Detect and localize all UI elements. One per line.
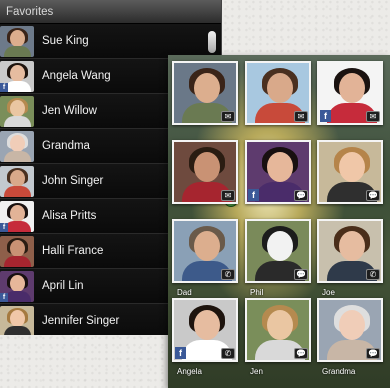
- favorites-header: Favorites: [0, 0, 221, 24]
- photo-torso: [4, 46, 31, 57]
- photo-face: [10, 275, 25, 292]
- tile-label: Dad: [177, 288, 192, 297]
- photo-torso: [4, 326, 31, 335]
- chat-icon[interactable]: 💬: [294, 348, 308, 359]
- phone-icon[interactable]: ✆: [366, 269, 380, 280]
- favorite-contact-row[interactable]: Sue King: [0, 24, 221, 59]
- message-icon[interactable]: ✉: [366, 111, 380, 122]
- photo-face: [194, 152, 220, 182]
- contact-photo: [0, 96, 34, 127]
- contact-name: Alisa Pritts: [42, 210, 97, 222]
- chat-icon[interactable]: 💬: [366, 190, 380, 201]
- photo-face: [339, 73, 365, 103]
- contact-photo: [0, 26, 34, 57]
- photo-face: [339, 310, 365, 340]
- contact-name: Grandma: [42, 140, 90, 152]
- photo-torso: [4, 291, 31, 302]
- contact-tile[interactable]: ✆: [172, 219, 238, 283]
- contact-photo: [0, 131, 34, 162]
- photo-face: [267, 231, 293, 261]
- photo-face: [10, 240, 25, 257]
- contact-tile[interactable]: ✉ f: [317, 61, 383, 125]
- tile-label: Joe: [322, 288, 335, 297]
- contact-tile[interactable]: 💬: [317, 140, 383, 204]
- facebook-icon: f: [175, 347, 186, 359]
- photo-face: [10, 135, 25, 152]
- chat-icon[interactable]: 💬: [366, 348, 380, 359]
- photo-face: [10, 310, 25, 327]
- photo-torso: [4, 81, 31, 92]
- tile-label: Grandma: [322, 367, 356, 376]
- photo-torso: [4, 116, 31, 127]
- contact-grid-screen: ✉ ✉ ✉ f ✉ 💬 f 💬 ✆ Dad 💬 Phil ✆ Joe ✆ f Angela 💬 Jen 💬 Grandm…: [168, 55, 390, 388]
- phone-icon[interactable]: ✆: [221, 348, 235, 359]
- contact-tile[interactable]: ✉: [245, 61, 311, 125]
- phone-icon[interactable]: ✆: [221, 269, 235, 280]
- contact-name: April Lin: [42, 280, 84, 292]
- contact-tile[interactable]: 💬: [245, 219, 311, 283]
- scrollbar-thumb[interactable]: [208, 31, 216, 53]
- contact-name: Jen Willow: [42, 105, 97, 117]
- contact-tile[interactable]: 💬 f: [245, 140, 311, 204]
- photo-face: [10, 170, 25, 187]
- contact-tile[interactable]: ✉: [172, 61, 238, 125]
- photo-face: [10, 65, 25, 82]
- contact-photo: [0, 236, 34, 267]
- photo-torso: [4, 256, 31, 267]
- photo-face: [339, 152, 365, 182]
- photo-face: [194, 73, 220, 103]
- photo-face: [267, 73, 293, 103]
- photo-face: [10, 100, 25, 117]
- photo-face: [10, 205, 25, 222]
- facebook-icon: f: [0, 83, 8, 92]
- contact-photo: [0, 306, 34, 335]
- photo-face: [10, 30, 25, 47]
- photo-torso: [4, 151, 31, 162]
- tile-label: Phil: [250, 288, 264, 297]
- contact-name: Halli France: [42, 245, 104, 257]
- photo-torso: [4, 221, 31, 232]
- photo-face: [267, 152, 293, 182]
- photo-face: [194, 310, 220, 340]
- chat-icon[interactable]: 💬: [294, 269, 308, 280]
- facebook-icon: f: [320, 110, 331, 122]
- tile-label: Jen: [250, 367, 263, 376]
- facebook-icon: f: [248, 189, 259, 201]
- contact-photo: [0, 166, 34, 197]
- facebook-icon: f: [0, 223, 8, 232]
- photo-torso: [4, 186, 31, 197]
- photo-face: [267, 310, 293, 340]
- photo-face: [194, 231, 220, 261]
- contact-name: Sue King: [42, 35, 89, 47]
- contact-name: Jennifer Singer: [42, 315, 120, 327]
- photo-face: [339, 231, 365, 261]
- message-icon[interactable]: ✉: [221, 111, 235, 122]
- contact-tile[interactable]: ✉: [172, 140, 238, 204]
- contact-name: Angela Wang: [42, 70, 111, 82]
- message-icon[interactable]: ✉: [294, 111, 308, 122]
- contact-tile[interactable]: 💬: [245, 298, 311, 362]
- contact-tile[interactable]: 💬: [317, 298, 383, 362]
- contact-name: John Singer: [42, 175, 104, 187]
- contact-tile[interactable]: ✆: [317, 219, 383, 283]
- tile-label: Angela: [177, 367, 202, 376]
- chat-icon[interactable]: 💬: [294, 190, 308, 201]
- facebook-icon: f: [0, 293, 8, 302]
- message-icon[interactable]: ✉: [221, 190, 235, 201]
- contact-tile[interactable]: ✆ f: [172, 298, 238, 362]
